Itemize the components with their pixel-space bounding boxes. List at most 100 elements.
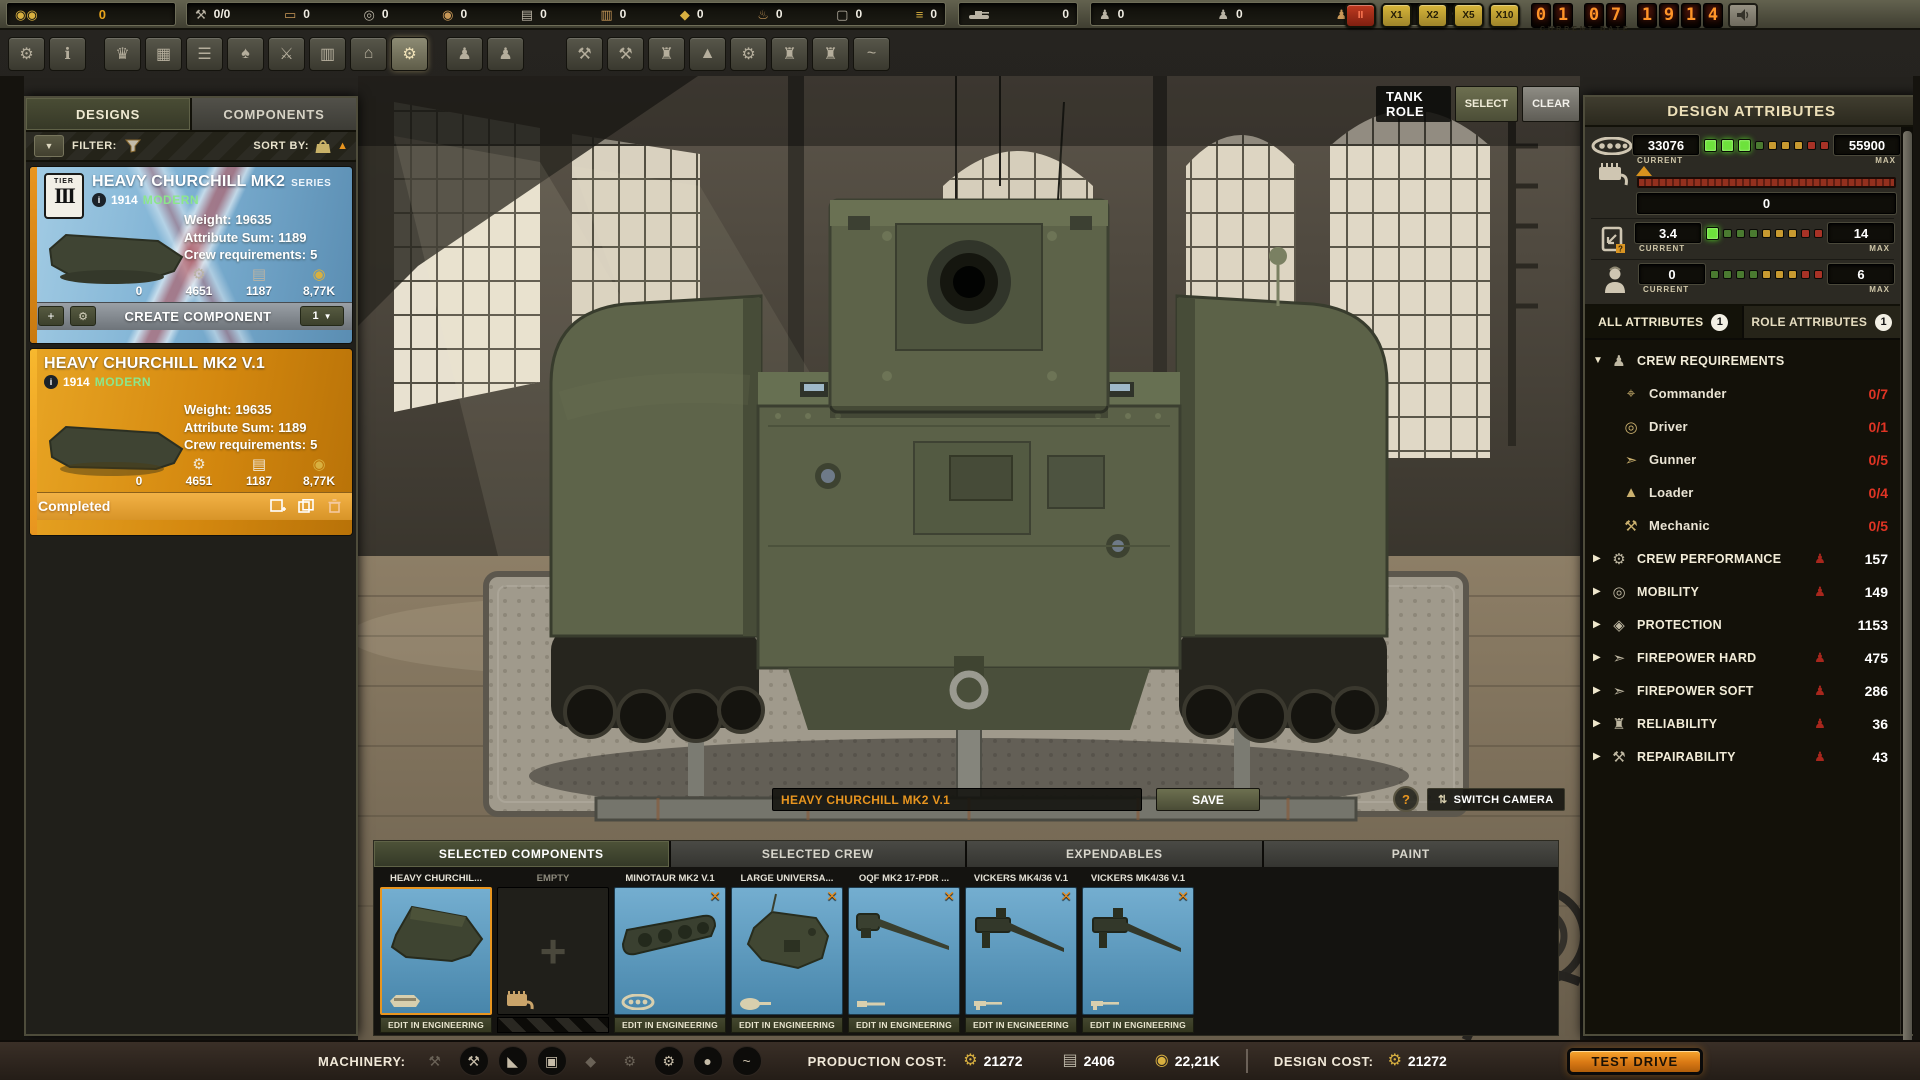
tab-role-attributes[interactable]: ROLE ATTRIBUTES 1 [1742, 306, 1901, 338]
tab-selected-components[interactable]: SELECTED COMPONENTS [374, 841, 669, 867]
tab-selected-crew[interactable]: SELECTED CREW [671, 841, 966, 867]
turret-component-card[interactable]: ✕ [731, 887, 843, 1015]
tank-role-select-button[interactable]: SELECT [1455, 86, 1518, 122]
speed-x2-button[interactable]: X2 [1417, 3, 1448, 28]
save-button[interactable]: SAVE [1156, 788, 1260, 811]
create-component-button[interactable]: CREATE COMPONENT [102, 309, 294, 324]
hull-component-card[interactable] [380, 887, 492, 1015]
crew-requirements-group[interactable]: ▼ ♟ CREW REQUIREMENTS [1585, 344, 1900, 377]
logistics-button[interactable]: ~ [853, 37, 890, 71]
attr-row-firepower-soft[interactable]: ▶ ➣ FIREPOWER SOFT ♟ 286 [1585, 674, 1900, 707]
attr-row-crew-performance[interactable]: ▶ ⚙ CREW PERFORMANCE ♟ 157 [1585, 542, 1900, 575]
crew-row-loader[interactable]: ▲ Loader 0/4 [1611, 476, 1900, 509]
weight-slider-track[interactable] [1637, 177, 1896, 188]
tab-expendables[interactable]: EXPENDABLES [967, 841, 1262, 867]
speed-x5-button[interactable]: X5 [1453, 3, 1484, 28]
camp-button[interactable]: ⌂ [350, 37, 387, 71]
attr-row-protection[interactable]: ▶ ◈ PROTECTION 1153 [1585, 608, 1900, 641]
empty-engine-slot[interactable]: + [497, 887, 609, 1015]
machine-drilling-icon[interactable]: ⚙ [654, 1046, 684, 1076]
repairs-button[interactable]: ⚒ [607, 37, 644, 71]
mg-component-card[interactable]: ✕ [965, 887, 1077, 1015]
crew-row-driver[interactable]: ◎ Driver 0/1 [1611, 410, 1900, 443]
machine-casting-icon[interactable]: ▣ [537, 1046, 567, 1076]
machine-forging-icon[interactable]: ⚒ [459, 1046, 489, 1076]
remove-component-button[interactable]: ✕ [826, 888, 838, 905]
machine-cutting-icon[interactable]: ● [693, 1046, 723, 1076]
city-button[interactable]: ▥ [309, 37, 346, 71]
tab-designs[interactable]: DESIGNS [26, 98, 190, 130]
machine-welding-icon[interactable]: ⚒ [420, 1046, 450, 1076]
tank-heavy-button[interactable]: ♜ [812, 37, 849, 71]
attr-row-firepower-hard[interactable]: ▶ ➣ FIREPOWER HARD ♟ 475 [1585, 641, 1900, 674]
blueprint-button[interactable]: ⚙ [70, 306, 96, 326]
comms-button[interactable]: ▦ [145, 37, 182, 71]
hire-engineer-button[interactable]: ♟ [487, 37, 524, 71]
delete-button[interactable] [324, 497, 344, 515]
tab-components[interactable]: COMPONENTS [190, 98, 356, 130]
design-series-card[interactable]: TIER III HEAVY CHURCHILL MK2SERIES i 191… [29, 166, 353, 344]
edit-in-engineering-link[interactable]: EDIT IN ENGINEERING [614, 1017, 726, 1033]
announcements-button[interactable] [1728, 3, 1758, 28]
machine-finishing-icon[interactable]: ◆ [576, 1046, 606, 1076]
speed-x1-button[interactable]: X1 [1381, 3, 1412, 28]
duplicate-button[interactable] [296, 497, 316, 515]
machine-milling-icon[interactable]: ◣ [498, 1046, 528, 1076]
edit-in-engineering-link[interactable]: EDIT IN ENGINEERING [965, 1017, 1077, 1033]
mining-button[interactable]: ▲ [689, 37, 726, 71]
funnel-icon[interactable] [125, 139, 141, 153]
artillery-button[interactable]: ⚙ [730, 37, 767, 71]
edit-in-engineering-link[interactable]: EDIT IN ENGINEERING [1082, 1017, 1194, 1033]
crew-row-gunner[interactable]: ➣ Gunner 0/5 [1611, 443, 1900, 476]
crew-row-commander[interactable]: ⌖ Commander 0/7 [1611, 377, 1900, 410]
design-variant-card[interactable]: HEAVY CHURCHILL MK2 V.1 i 1914 MODERN We… [29, 348, 353, 536]
add-variant-button[interactable] [268, 497, 288, 515]
remove-component-button[interactable]: ✕ [1060, 888, 1072, 905]
military-button[interactable]: ⚔ [268, 37, 305, 71]
tab-all-attributes[interactable]: ALL ATTRIBUTES 1 [1585, 306, 1742, 338]
attr-row-reliability[interactable]: ▶ ♜ RELIABILITY ♟ 36 [1585, 707, 1900, 740]
crew-row-mechanic[interactable]: ⚒ Mechanic 0/5 [1611, 509, 1900, 542]
add-component-button[interactable]: + [38, 306, 64, 326]
engineering-button[interactable]: ⚙ [391, 37, 428, 71]
pause-button[interactable]: II [1345, 3, 1376, 28]
remove-component-button[interactable]: ✕ [709, 888, 721, 905]
info-icon[interactable]: i [92, 193, 106, 207]
switch-camera-button[interactable]: ⇅ SWITCH CAMERA [1427, 788, 1565, 811]
test-drive-button[interactable]: TEST DRIVE [1567, 1048, 1703, 1075]
help-button[interactable]: ? [1393, 786, 1419, 812]
tab-paint[interactable]: PAINT [1264, 841, 1559, 867]
achievements-button[interactable]: ♛ [104, 37, 141, 71]
weight-icon[interactable] [315, 139, 331, 154]
component-count-dropdown[interactable]: 1▼ [300, 306, 344, 326]
attr-row-mobility[interactable]: ▶ ◎ MOBILITY ♟ 149 [1585, 575, 1900, 608]
gun-component-card[interactable]: ✕ [848, 887, 960, 1015]
hire-worker-button[interactable]: ♟ [446, 37, 483, 71]
machine-rolling-icon[interactable]: ~ [732, 1046, 762, 1076]
machine-assembly-icon[interactable]: ⚙ [615, 1046, 645, 1076]
reports-button[interactable]: ☰ [186, 37, 223, 71]
tank-light-button[interactable]: ♜ [771, 37, 808, 71]
collapse-button[interactable]: ▼ [34, 135, 64, 157]
monument-button[interactable]: ♜ [648, 37, 685, 71]
edit-in-engineering-link[interactable]: EDIT IN ENGINEERING [731, 1017, 843, 1033]
edit-in-engineering-link[interactable]: EDIT IN ENGINEERING [848, 1017, 960, 1033]
intelligence-button[interactable]: ♠ [227, 37, 264, 71]
edit-in-engineering-link[interactable]: EDIT IN ENGINEERING [380, 1017, 492, 1033]
remove-component-button[interactable]: ✕ [943, 888, 955, 905]
settings-button[interactable]: ⚙ [8, 37, 45, 71]
sort-direction-icon[interactable]: ▲ [337, 140, 348, 152]
mg-component-card[interactable]: ✕ [1082, 887, 1194, 1015]
tracks-component-card[interactable]: ✕ [614, 887, 726, 1015]
scrollbar-thumb[interactable] [1903, 131, 1912, 1051]
remove-component-button[interactable]: ✕ [1177, 888, 1189, 905]
tank-role-clear-button[interactable]: CLEAR [1522, 86, 1580, 122]
weight-slider-handle[interactable] [1636, 166, 1652, 176]
attr-row-repairability[interactable]: ▶ ⚒ REPAIRABILITY ♟ 43 [1585, 740, 1900, 773]
speed-x10-button[interactable]: X10 [1489, 3, 1520, 28]
design-name-input[interactable] [772, 788, 1142, 811]
attributes-scrollbar[interactable] [1900, 127, 1914, 1034]
info-icon[interactable]: i [44, 375, 58, 389]
info-button[interactable]: ℹ [49, 37, 86, 71]
workshop-button[interactable]: ⚒ [566, 37, 603, 71]
